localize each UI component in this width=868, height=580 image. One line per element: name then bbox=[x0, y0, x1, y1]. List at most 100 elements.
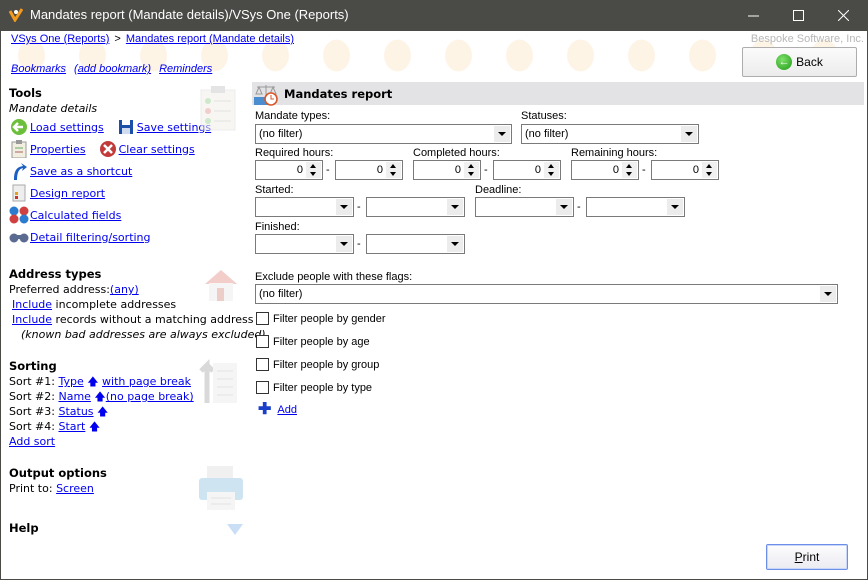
spin-buttons[interactable] bbox=[306, 162, 321, 178]
maximize-button[interactable] bbox=[775, 0, 821, 31]
completed-hours-from[interactable]: 0 bbox=[413, 160, 481, 180]
spin-buttons[interactable] bbox=[702, 162, 717, 178]
save-shortcut-link[interactable]: Save as a shortcut bbox=[30, 165, 132, 178]
required-hours-label: Required hours: bbox=[255, 147, 334, 159]
sort-label: Sort #2: bbox=[9, 390, 59, 403]
started-from-select[interactable] bbox=[255, 197, 354, 217]
spin-value: 0 bbox=[296, 164, 303, 176]
sort-field-link[interactable]: Name bbox=[58, 390, 90, 403]
remaining-hours-from[interactable]: 0 bbox=[571, 160, 639, 180]
filter-group-checkbox[interactable]: Filter people by group bbox=[256, 357, 379, 372]
load-settings-icon bbox=[9, 118, 29, 136]
finished-to-select[interactable] bbox=[366, 234, 465, 254]
checkbox[interactable] bbox=[256, 381, 269, 394]
range-separator: - bbox=[577, 201, 581, 213]
maximize-icon bbox=[792, 10, 804, 21]
statuses-select[interactable]: (no filter) bbox=[521, 124, 699, 144]
checkbox-label: Filter people by group bbox=[273, 358, 380, 371]
remaining-hours-to[interactable]: 0 bbox=[651, 160, 719, 180]
chevron-down-icon bbox=[820, 286, 836, 302]
bookmarks-link[interactable]: Bookmarks bbox=[11, 63, 66, 75]
properties-icon bbox=[9, 140, 29, 158]
sort-direction-up-icon[interactable]: 🡅 bbox=[94, 390, 105, 403]
range-separator: - bbox=[642, 164, 646, 176]
preferred-address-label: Preferred address: bbox=[9, 283, 110, 296]
started-label: Started: bbox=[255, 184, 294, 196]
spin-buttons[interactable] bbox=[386, 162, 401, 178]
statuses-value: (no filter) bbox=[525, 128, 569, 140]
range-separator: - bbox=[326, 164, 330, 176]
minimize-button[interactable] bbox=[730, 0, 776, 31]
back-arrow-icon: ← bbox=[776, 54, 793, 70]
minimize-icon bbox=[747, 15, 759, 17]
breadcrumb-current-link[interactable]: Mandates report (Mandate details) bbox=[126, 33, 294, 45]
filter-type-checkbox[interactable]: Filter people by type bbox=[256, 380, 372, 395]
deadline-from-select[interactable] bbox=[475, 197, 574, 217]
sort-field-link[interactable]: Start bbox=[58, 420, 85, 433]
spin-buttons[interactable] bbox=[622, 162, 637, 178]
deadline-to-select[interactable] bbox=[586, 197, 685, 217]
help-expand-icon[interactable] bbox=[227, 524, 243, 536]
shortcut-icon bbox=[9, 162, 29, 180]
required-hours-to[interactable]: 0 bbox=[335, 160, 403, 180]
back-button-label: Back bbox=[796, 55, 823, 69]
sort-field-link[interactable]: Status bbox=[58, 405, 93, 418]
filter-age-checkbox[interactable]: Filter people by age bbox=[256, 334, 370, 349]
remaining-hours-label: Remaining hours: bbox=[571, 147, 658, 159]
mandate-types-select[interactable]: (no filter) bbox=[255, 124, 512, 144]
include-unmatched-link[interactable]: Include bbox=[12, 313, 52, 326]
add-sort-link[interactable]: Add sort bbox=[9, 435, 55, 448]
checkbox[interactable] bbox=[256, 335, 269, 348]
page-break-link[interactable]: (no page break) bbox=[106, 390, 194, 403]
clear-settings-icon bbox=[98, 140, 118, 158]
preferred-address-link[interactable]: (any) bbox=[110, 283, 139, 296]
checkbox[interactable] bbox=[256, 312, 269, 325]
sort-label: Sort #3: bbox=[9, 405, 59, 418]
mandates-report-icon bbox=[254, 85, 278, 106]
add-bookmark-link[interactable]: (add bookmark) bbox=[74, 63, 151, 75]
page-break-link[interactable]: with page break bbox=[102, 375, 191, 388]
binoculars-icon bbox=[9, 228, 29, 246]
print-to-link[interactable]: Screen bbox=[56, 482, 94, 495]
include-unmatched-text: records without a matching address bbox=[52, 313, 254, 326]
properties-link[interactable]: Properties bbox=[30, 143, 86, 156]
sort-field-link[interactable]: Type bbox=[58, 375, 83, 388]
spin-buttons[interactable] bbox=[544, 162, 559, 178]
close-button[interactable] bbox=[820, 0, 866, 31]
window-title: Mandates report (Mandate details)/VSys O… bbox=[30, 7, 349, 22]
back-button[interactable]: ← Back bbox=[742, 47, 857, 77]
breadcrumb-home-link[interactable]: VSys One (Reports) bbox=[11, 33, 109, 45]
clear-settings-link[interactable]: Clear settings bbox=[119, 143, 195, 156]
add-filter-button[interactable]: ✚ Add bbox=[258, 402, 297, 418]
design-report-link[interactable]: Design report bbox=[30, 187, 105, 200]
include-incomplete-text: incomplete addresses bbox=[52, 298, 177, 311]
add-filter-link[interactable]: Add bbox=[277, 404, 297, 416]
calculated-fields-link[interactable]: Calculated fields bbox=[30, 209, 121, 222]
finished-from-select[interactable] bbox=[255, 234, 354, 254]
print-button[interactable]: Print bbox=[766, 544, 848, 570]
sort-row: Sort #1: Type 🡅 with page break bbox=[9, 374, 194, 389]
sort-direction-up-icon[interactable]: 🡅 bbox=[89, 420, 100, 433]
detail-filtering-link[interactable]: Detail filtering/sorting bbox=[30, 231, 151, 244]
spin-buttons[interactable] bbox=[464, 162, 479, 178]
help-title[interactable]: Help bbox=[9, 521, 39, 536]
chevron-down-icon bbox=[667, 199, 683, 215]
checkbox[interactable] bbox=[256, 358, 269, 371]
range-separator: - bbox=[357, 201, 361, 213]
required-hours-from[interactable]: 0 bbox=[255, 160, 323, 180]
reminders-link[interactable]: Reminders bbox=[159, 63, 212, 75]
sort-label: Sort #1: bbox=[9, 375, 59, 388]
exclude-flags-select[interactable]: (no filter) bbox=[255, 284, 838, 304]
bookmarks-bar: Bookmarks (add bookmark) Reminders bbox=[11, 63, 220, 75]
include-incomplete-link[interactable]: Include bbox=[12, 298, 52, 311]
started-to-select[interactable] bbox=[366, 197, 465, 217]
load-settings-link[interactable]: Load settings bbox=[30, 121, 104, 134]
sort-direction-up-icon[interactable]: 🡅 bbox=[87, 375, 98, 388]
calculated-fields-icon bbox=[9, 206, 29, 224]
breadcrumb: VSys One (Reports) > Mandates report (Mand… bbox=[11, 33, 294, 45]
completed-hours-to[interactable]: 0 bbox=[493, 160, 561, 180]
sort-direction-up-icon[interactable]: 🡅 bbox=[97, 405, 108, 418]
sort-row: Sort #4: Start 🡅 bbox=[9, 419, 194, 434]
spin-value: 0 bbox=[692, 164, 699, 176]
filter-gender-checkbox[interactable]: Filter people by gender bbox=[256, 311, 386, 326]
